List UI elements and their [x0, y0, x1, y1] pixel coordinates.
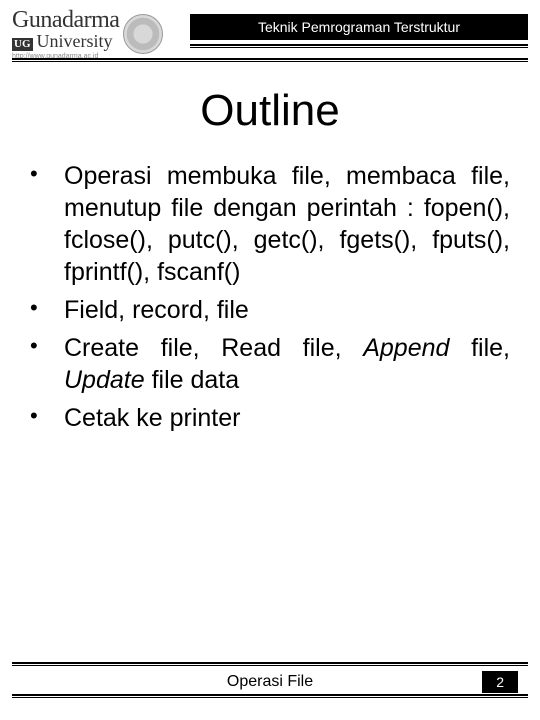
header: Gunadarma UG University http://www.gunad…	[0, 0, 540, 68]
page-number: 2	[482, 671, 518, 693]
logo-university: University	[37, 32, 113, 50]
header-rule-lower	[12, 58, 528, 62]
footer: Operasi File 2	[12, 662, 528, 702]
course-title-bar: Teknik Pemrograman Terstruktur	[190, 14, 528, 40]
header-rule-upper	[190, 44, 528, 48]
footer-rule-upper	[12, 662, 528, 666]
list-item-text: Cetak ke printer	[64, 402, 510, 434]
list-item-text: Operasi membuka file, membaca file, menu…	[64, 160, 510, 288]
logo-text: Gunadarma UG University http://www.gunad…	[12, 8, 119, 60]
list-item: Create file, Read file, Append file, Upd…	[30, 332, 510, 396]
logo-main: Gunadarma	[12, 8, 119, 32]
slide-title: Outline	[0, 86, 540, 136]
list-item: Operasi membuka file, membaca file, menu…	[30, 160, 510, 288]
university-seal-icon	[123, 14, 163, 54]
footer-rule-lower	[12, 694, 528, 698]
footer-title: Operasi File	[12, 673, 528, 691]
list-item: Field, record, file	[30, 294, 510, 326]
footer-row: Operasi File 2	[12, 670, 528, 694]
list-item: Cetak ke printer	[30, 402, 510, 434]
bullet-list: Operasi membuka file, membaca file, menu…	[30, 160, 510, 434]
list-item-text: Create file, Read file, Append file, Upd…	[64, 332, 510, 396]
logo-uc-badge: UG	[12, 38, 33, 51]
content: Operasi membuka file, membaca file, menu…	[0, 160, 540, 434]
list-item-text: Field, record, file	[64, 294, 510, 326]
logo-sub: UG University	[12, 32, 119, 51]
